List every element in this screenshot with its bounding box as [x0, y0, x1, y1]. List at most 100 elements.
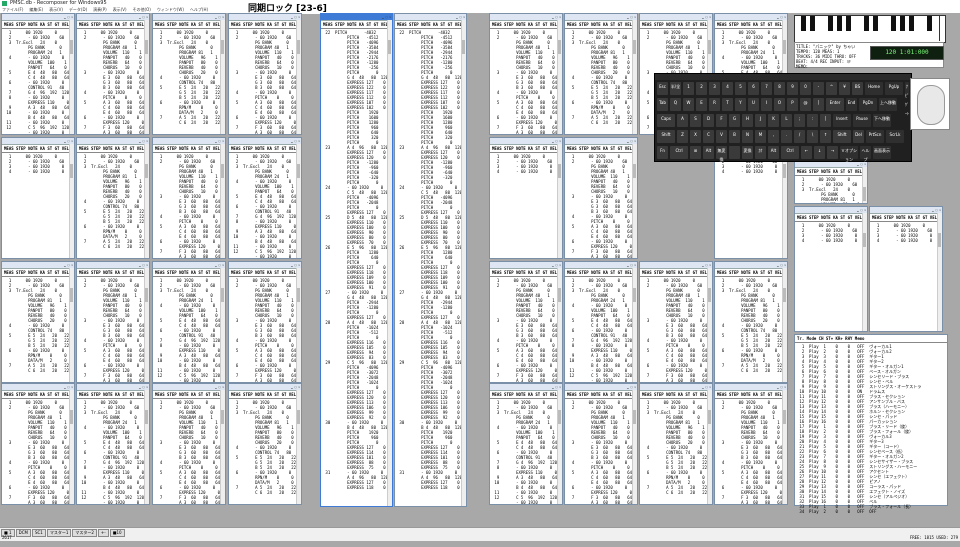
event-list[interactable]: 1 00 1920 0 0 2 - 60 1920 60 60 PG BANK … [153, 399, 225, 504]
scrollbar-thumb[interactable] [221, 288, 224, 302]
key[interactable]: \ [807, 130, 818, 143]
window-buttons[interactable]: ▁ □ × [932, 208, 941, 212]
scrollbar[interactable] [296, 390, 301, 504]
scrollbar[interactable] [69, 144, 74, 258]
event-list[interactable]: 1 00 1920 0 0 2 - 60 1920 60 60 3 Tr.Exc… [153, 29, 225, 126]
key[interactable]: E [696, 98, 707, 111]
scrollbar-thumb[interactable] [297, 40, 300, 54]
scrollbar-thumb[interactable] [708, 410, 711, 424]
key[interactable]: A [677, 114, 688, 127]
event-list[interactable]: 1 00 1920 0 0 2 - 60 1920 60 60 3 Tr.Exc… [2, 29, 74, 134]
scrollbar-thumb[interactable] [783, 288, 786, 302]
window-title-bar[interactable]: ▁ □ × [490, 384, 562, 391]
scrollbar-thumb[interactable] [145, 40, 148, 54]
statusbar-tab[interactable]: +- [97, 529, 109, 537]
window-title-bar[interactable]: ▁ □ × [77, 14, 149, 21]
track-edit-window[interactable]: ▁ □ × MEAS STEP NOTE KA ST GT VEL 1 00 19… [228, 13, 302, 135]
key[interactable]: 半/全 [670, 82, 681, 95]
scrollbar[interactable] [557, 268, 562, 382]
scrollbar[interactable] [220, 20, 225, 134]
window-buttons[interactable]: ▁ □ × [552, 15, 561, 19]
track-edit-window[interactable]: ▁ □ × MEAS STEP NOTE KA ST GT VEL 1 00 19… [228, 261, 302, 383]
statusbar-tab[interactable]: SC1 [31, 529, 46, 537]
menu-item[interactable]: ファイル(F) [2, 7, 23, 12]
track-edit-window[interactable]: ▁ □ × MEAS STEP NOTE KA ST GT VEL 1 00 19… [1, 137, 75, 259]
scrollbar-thumb[interactable] [145, 288, 148, 302]
track-edit-window[interactable]: ▁ □ × MEAS STEP NOTE KA ST GT VEL 1 00 19… [152, 261, 226, 383]
window-title-bar[interactable]: ▁ □ × [229, 138, 301, 145]
track-edit-window[interactable]: ▁ □ × MEAS STEP NOTE KA ST GT VEL 1 00 19… [76, 383, 150, 505]
track-edit-window[interactable]: ▁ □ × MEAS STEP NOTE KA ST GT VEL 1 00 19… [76, 261, 150, 383]
window-title-bar[interactable]: ▁ □ × [565, 384, 637, 391]
window-buttons[interactable]: ▁ □ × [627, 263, 636, 267]
window-buttons[interactable]: ▁ □ × [64, 15, 73, 19]
window-title-bar[interactable]: ▁ □ × [229, 14, 301, 21]
scrollbar[interactable] [937, 213, 942, 331]
window-buttons[interactable]: ▁ □ × [627, 139, 636, 143]
key[interactable]: ﾅﾋﾞｹﾞｰﾄ [905, 82, 909, 116]
event-list[interactable]: 1 00 1920 0 0 2 - 60 1920 60 60 3 - 60 1… [795, 222, 867, 244]
key[interactable]: 画面表示 [873, 146, 891, 159]
scrollbar[interactable] [632, 20, 637, 134]
key[interactable]: ヘルプ [860, 146, 871, 162]
key[interactable]: ] [820, 114, 831, 127]
window-buttons[interactable]: ▁ □ × [64, 263, 73, 267]
scrollbar[interactable] [144, 20, 149, 134]
window-title-bar[interactable]: ▁ □ × [2, 138, 74, 145]
key[interactable]: Ctrl [670, 146, 688, 159]
event-list[interactable]: 1 00 1920 0 0 2 - 60 1920 60 60 3 Tr.Exc… [715, 277, 787, 374]
window-buttons[interactable]: ▁ □ × [139, 139, 148, 143]
key[interactable]: Esc [657, 82, 668, 95]
menu-item[interactable]: 演奏(P) [93, 7, 107, 12]
track-edit-window[interactable]: ▁ □ × MEAS STEP NOTE KA ST GT VEL 1 00 19… [564, 383, 638, 505]
key[interactable]: ¥ [839, 82, 850, 95]
key[interactable]: ; [794, 114, 805, 127]
track-edit-window[interactable]: ▁ □ × MEAS STEP NOTE KA ST GT VEL 1 00 19… [489, 383, 563, 505]
key[interactable]: , [768, 130, 779, 143]
window-buttons[interactable]: ▁ □ × [291, 15, 300, 19]
key[interactable]: Alt [703, 146, 714, 159]
piano-black-key[interactable] [810, 16, 815, 31]
window-buttons[interactable]: ▁ □ × [64, 139, 73, 143]
scrollbar[interactable] [632, 268, 637, 382]
key[interactable]: Z [677, 130, 688, 143]
key[interactable]: D [703, 114, 714, 127]
scrollbar-thumb[interactable] [863, 187, 866, 201]
key[interactable]: PgUp [885, 82, 903, 95]
window-title-bar[interactable]: ▁ □ × [2, 262, 74, 269]
scrollbar-thumb[interactable] [70, 40, 73, 54]
track-edit-window[interactable]: ▁ □ × MEAS STEP NOTE KA ST GT VEL 1 00 19… [152, 383, 226, 505]
track-edit-window[interactable]: ▁ □ × MEAS STEP NOTE KA ST GT VEL 22 PITC… [394, 13, 467, 507]
key[interactable]: ↓ [814, 146, 825, 159]
key[interactable]: R [709, 98, 720, 111]
key[interactable]: 0 [800, 82, 811, 95]
statusbar-tab[interactable]: ■10 [109, 529, 125, 537]
event-list[interactable]: 1 00 1920 0 0 2 - 60 1920 60 60 PG BANK … [640, 277, 712, 382]
piano-black-key[interactable] [837, 16, 842, 31]
scrollbar[interactable] [782, 390, 787, 504]
key[interactable]: Fn [657, 146, 668, 159]
window-title-bar[interactable]: ▁ □ × [321, 14, 392, 21]
scrollbar-thumb[interactable] [297, 288, 300, 302]
key[interactable]: Shift [657, 130, 675, 143]
track-edit-window[interactable]: ▁ □ × MEAS STEP NOTE KA ST GT VEL 1 00 19… [564, 261, 638, 383]
key[interactable]: [ [813, 98, 824, 111]
event-list[interactable]: 1 00 1920 0 0 2 - 60 1920 60 60 PG BANK … [2, 399, 74, 504]
track-edit-window[interactable]: ▁ □ × MEAS STEP NOTE KA ST GT VEL 1 00 19… [228, 383, 302, 505]
key[interactable]: 上へ移動 [879, 98, 897, 111]
window-buttons[interactable]: ▁ □ × [552, 385, 561, 389]
menu-item[interactable]: その他(O) [133, 7, 151, 12]
track-edit-window[interactable]: ▁ □ × MEAS STEP NOTE KA ST GT VEL 1 00 19… [564, 13, 638, 135]
window-title-bar[interactable]: ▁ □ × [490, 262, 562, 269]
scrollbar[interactable] [220, 268, 225, 382]
key[interactable]: 無変換 [716, 146, 727, 162]
key[interactable]: PgDn [859, 98, 877, 111]
key[interactable]: C [703, 130, 714, 143]
track-edit-window[interactable]: ▁ □ × MEAS STEP NOTE KA ST GT VEL 1 00 19… [76, 13, 150, 135]
key[interactable]: G [729, 114, 740, 127]
scrollbar-thumb[interactable] [708, 288, 711, 302]
event-list[interactable]: 1 00 1920 0 0 2 - 60 1920 60 60 3 Tr.Exc… [2, 277, 74, 374]
window-title-bar[interactable]: ▁ □ × [715, 14, 787, 21]
scrollbar[interactable] [144, 144, 149, 258]
event-list[interactable]: 1 00 1920 0 0 2 - 60 1920 60 60 3 Tr.Exc… [153, 277, 225, 382]
